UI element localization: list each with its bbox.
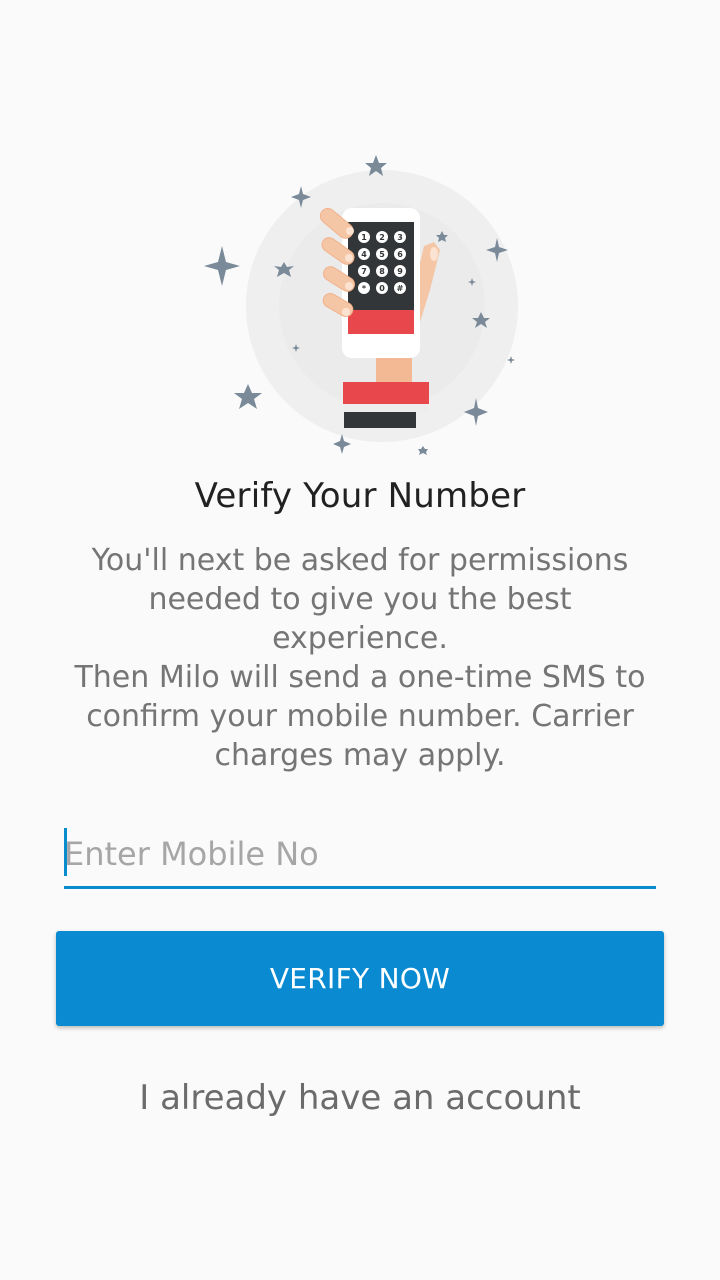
keypad-key: 1 — [361, 233, 367, 242]
keypad-key: 3 — [397, 233, 403, 242]
keypad-key: 0 — [379, 284, 385, 293]
keypad-key: 8 — [379, 267, 385, 276]
existing-account-link[interactable]: I already have an account — [0, 1078, 720, 1118]
permissions-description: You'll next be asked for permissions nee… — [60, 541, 660, 658]
sms-description: Then Milo will send a one-time SMS to co… — [60, 658, 660, 775]
description-line: charges may apply. — [214, 738, 506, 773]
verify-now-button[interactable]: VERIFY NOW — [56, 931, 664, 1026]
keypad-key: 7 — [361, 267, 367, 276]
keypad-key: 6 — [397, 250, 403, 259]
page-title: Verify Your Number — [194, 476, 526, 516]
keypad-key: 9 — [397, 267, 403, 276]
mobile-number-field[interactable] — [64, 826, 656, 889]
description-line: Then Milo will send a one-time SMS to — [74, 660, 646, 695]
description-line: confirm your mobile number. Carrier — [86, 699, 634, 734]
keypad-key: 2 — [379, 233, 385, 242]
keypad-key: # — [397, 284, 404, 293]
description-line: You'll next be asked for permissions — [91, 543, 629, 578]
hand-holding-phone-icon: 1 2 3 4 5 6 7 8 9 * 0 # — [198, 150, 522, 462]
keypad-key: 5 — [379, 250, 385, 259]
keypad-key: 4 — [361, 250, 367, 259]
mobile-number-input[interactable] — [64, 826, 656, 882]
description-line: needed to give you the best experience. — [148, 582, 572, 656]
